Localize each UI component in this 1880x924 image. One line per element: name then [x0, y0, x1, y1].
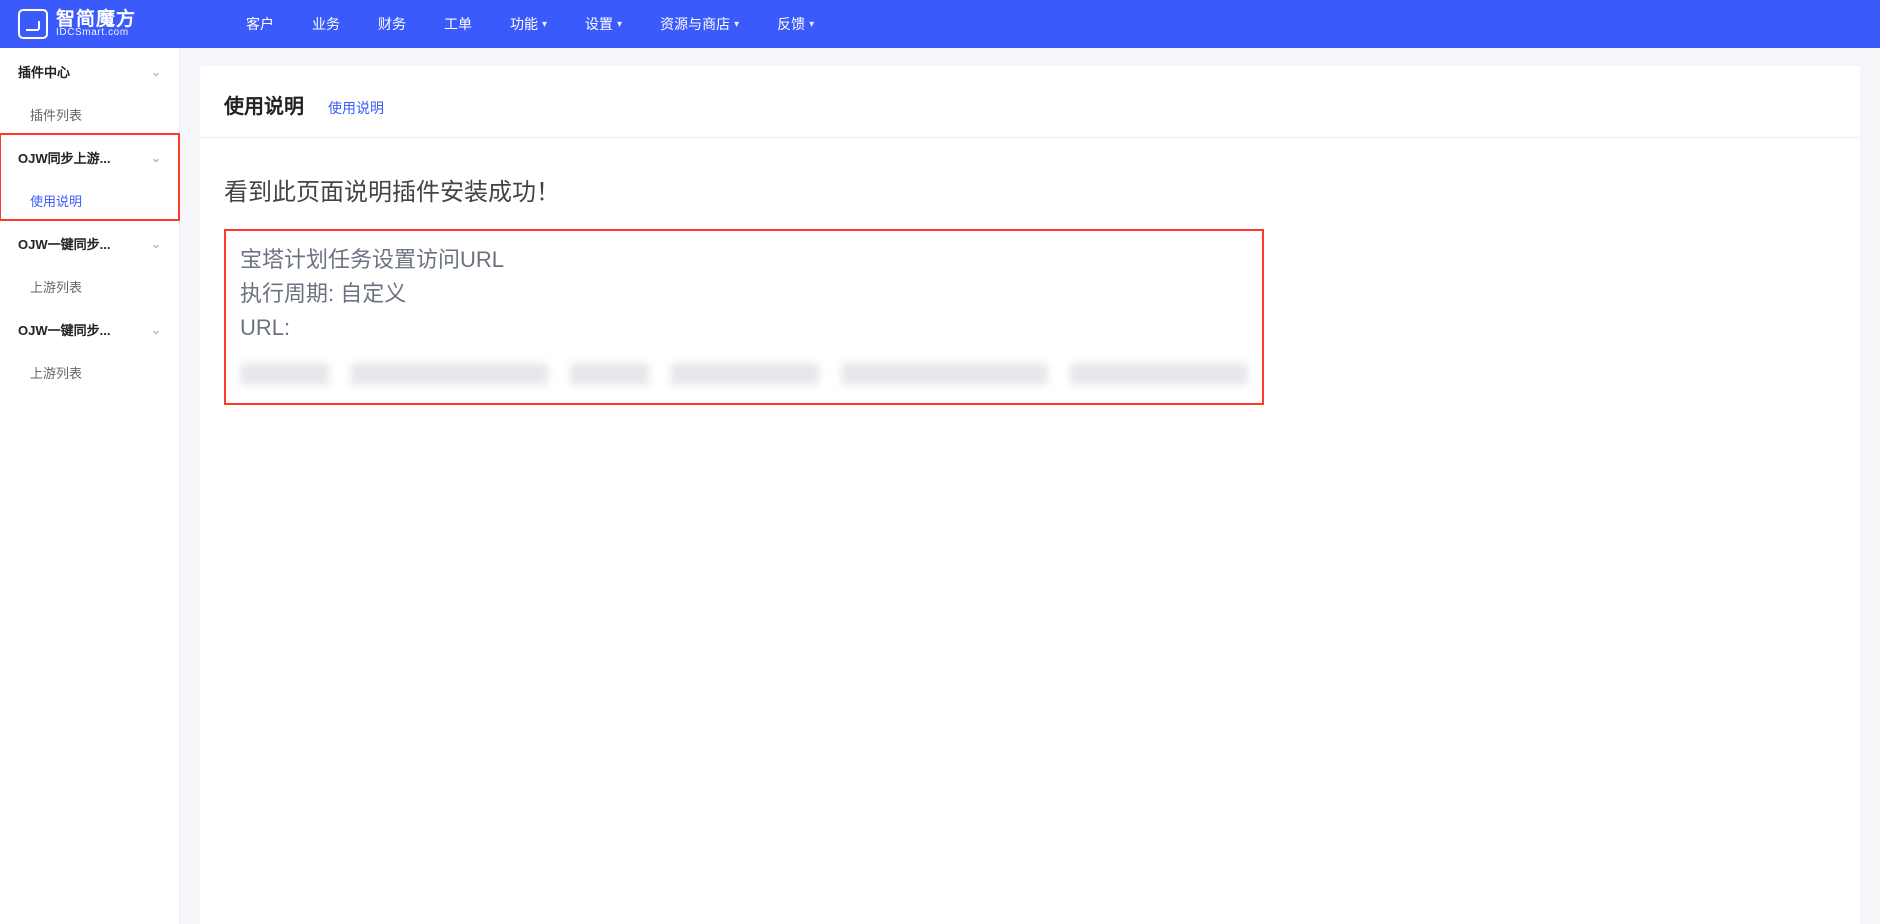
sidebar-group-header[interactable]: OJW一键同步... ⌄	[0, 220, 179, 267]
cron-info-box: 宝塔计划任务设置访问URL 执行周期: 自定义 URL:	[224, 229, 1264, 405]
nav-label: 客户	[246, 14, 274, 34]
brand-logo-text: 智简魔方 IDCSmart.com	[56, 10, 136, 38]
brand-logo[interactable]: 智简魔方 IDCSmart.com	[18, 9, 136, 39]
nav-store[interactable]: 资源与商店 ▾	[660, 14, 739, 34]
sidebar-group-header[interactable]: 插件中心 ⌄	[0, 48, 179, 95]
sidebar-group-header[interactable]: OJW一键同步... ⌄	[0, 306, 179, 353]
sidebar-group-header[interactable]: OJW同步上游... ⌄	[0, 134, 179, 181]
main-area: 使用说明 使用说明 看到此页面说明插件安装成功！ 宝塔计划任务设置访问URL 执…	[180, 48, 1880, 924]
chevron-down-icon: ▾	[542, 19, 547, 30]
layout: 插件中心 ⌄ 插件列表 OJW同步上游... ⌄ 使用说明 OJW一键同步...…	[0, 48, 1880, 924]
sidebar-group-ojw-sync-upstream: OJW同步上游... ⌄ 使用说明	[0, 134, 179, 220]
topbar: 智简魔方 IDCSmart.com 客户 业务 财务 工单 功能 ▾ 设置 ▾ 资源…	[0, 0, 1880, 48]
sidebar-group-plugin-center: 插件中心 ⌄ 插件列表	[0, 48, 179, 134]
info-line-url-label: URL:	[240, 311, 1248, 345]
chevron-down-icon: ▾	[734, 19, 739, 30]
sidebar-item-plugin-list[interactable]: 插件列表	[0, 95, 179, 134]
chevron-down-icon: ▾	[617, 19, 622, 30]
sidebar: 插件中心 ⌄ 插件列表 OJW同步上游... ⌄ 使用说明 OJW一键同步...…	[0, 48, 180, 924]
sidebar-group-title: OJW同步上游...	[18, 148, 110, 167]
nav-label: 财务	[378, 14, 406, 34]
sidebar-group-title: 插件中心	[18, 62, 70, 81]
nav-label: 反馈	[777, 14, 805, 34]
top-nav: 客户 业务 财务 工单 功能 ▾ 设置 ▾ 资源与商店 ▾ 反馈 ▾	[246, 14, 814, 34]
sidebar-item-upstream-list-2[interactable]: 上游列表	[0, 353, 179, 392]
nav-label: 功能	[510, 14, 538, 34]
sidebar-group-title: OJW一键同步...	[18, 320, 110, 339]
sidebar-item-usage-instructions[interactable]: 使用说明	[0, 181, 179, 220]
nav-finance[interactable]: 财务	[378, 14, 406, 34]
tab-usage-instructions[interactable]: 使用说明	[328, 98, 384, 118]
content-card: 使用说明 使用说明 看到此页面说明插件安装成功！ 宝塔计划任务设置访问URL 执…	[200, 66, 1860, 924]
chevron-down-icon: ⌄	[151, 323, 161, 337]
sidebar-group-ojw-onekey-sync-2: OJW一键同步... ⌄ 上游列表	[0, 306, 179, 392]
install-success-text: 看到此页面说明插件安装成功！	[224, 172, 1836, 207]
nav-settings[interactable]: 设置 ▾	[585, 14, 622, 34]
sidebar-group-ojw-onekey-sync-1: OJW一键同步... ⌄ 上游列表	[0, 220, 179, 306]
chevron-down-icon: ⌄	[151, 151, 161, 165]
brand-name-en: IDCSmart.com	[56, 28, 136, 39]
chevron-down-icon: ⌄	[151, 237, 161, 251]
info-line-period: 执行周期: 自定义	[240, 277, 1248, 311]
nav-label: 工单	[444, 14, 472, 34]
divider	[200, 137, 1860, 138]
page-header: 使用说明 使用说明	[224, 90, 1836, 129]
nav-label: 资源与商店	[660, 14, 730, 34]
nav-feedback[interactable]: 反馈 ▾	[777, 14, 814, 34]
sidebar-group-title: OJW一键同步...	[18, 234, 110, 253]
nav-business[interactable]: 业务	[312, 14, 340, 34]
page-title: 使用说明	[224, 90, 304, 119]
nav-label: 设置	[585, 14, 613, 34]
info-line-url-title: 宝塔计划任务设置访问URL	[240, 243, 1248, 277]
sidebar-item-upstream-list[interactable]: 上游列表	[0, 267, 179, 306]
nav-tickets[interactable]: 工单	[444, 14, 472, 34]
nav-customers[interactable]: 客户	[246, 14, 274, 34]
chevron-down-icon: ⌄	[151, 65, 161, 79]
redacted-url	[240, 359, 1248, 389]
brand-logo-icon	[18, 9, 48, 39]
chevron-down-icon: ▾	[809, 19, 814, 30]
nav-features[interactable]: 功能 ▾	[510, 14, 547, 34]
nav-label: 业务	[312, 14, 340, 34]
